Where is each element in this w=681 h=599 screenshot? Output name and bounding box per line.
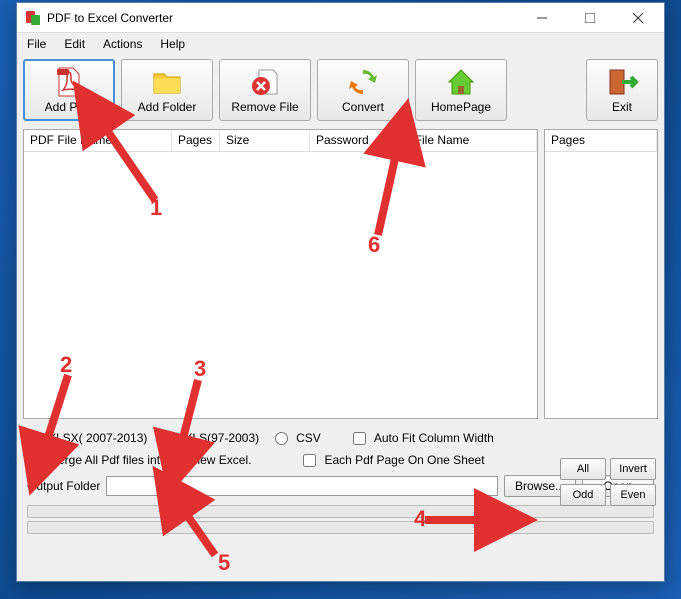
check-autofit[interactable]: [353, 432, 366, 445]
close-button[interactable]: [620, 6, 656, 30]
app-icon: [25, 10, 41, 26]
add-folder-button[interactable]: Add Folder: [121, 59, 213, 121]
annotation-3: 3: [194, 356, 206, 382]
menu-edit[interactable]: Edit: [64, 37, 85, 51]
col-password[interactable]: Password: [310, 130, 386, 151]
progress-area: [17, 501, 664, 538]
pages-list[interactable]: Pages: [544, 129, 658, 419]
annotation-5: 5: [218, 550, 230, 576]
radio-xlsx[interactable]: [27, 432, 40, 445]
label-xls: XLS(97-2003): [184, 431, 259, 445]
label-xlsx: XLSX( 2007-2013): [48, 431, 147, 445]
exit-label: Exit: [612, 100, 632, 114]
remove-icon: [249, 66, 281, 98]
remove-file-label: Remove File: [231, 100, 298, 114]
toolbar: Add PDF Add Folder Remove File Convert H…: [17, 55, 664, 125]
progress-bar-2: [27, 521, 654, 534]
col-pages[interactable]: Pages: [172, 130, 220, 151]
menu-actions[interactable]: Actions: [103, 37, 142, 51]
selection-buttons: All Invert Odd Even: [560, 458, 656, 506]
homepage-button[interactable]: HomePage: [415, 59, 507, 121]
window-controls: [524, 6, 656, 30]
output-label: Output Folder: [27, 479, 100, 493]
output-folder-field[interactable]: [106, 476, 498, 496]
titlebar: PDF to Excel Converter: [17, 3, 664, 33]
label-eachpage: Each Pdf Page On One Sheet: [324, 453, 484, 467]
add-folder-label: Add Folder: [138, 100, 197, 114]
radio-csv[interactable]: [275, 432, 288, 445]
app-window: PDF to Excel Converter File Edit Actions…: [16, 2, 665, 582]
main-area: PDF File Name Pages Size Password Full F…: [17, 125, 664, 423]
menubar: File Edit Actions Help: [17, 33, 664, 55]
menu-file[interactable]: File: [27, 37, 46, 51]
homepage-label: HomePage: [431, 100, 491, 114]
check-merge[interactable]: [27, 454, 40, 467]
maximize-button[interactable]: [572, 6, 608, 30]
col-fullname[interactable]: Full File Name: [386, 130, 537, 151]
label-autofit: Auto Fit Column Width: [374, 431, 494, 445]
annotation-6: 6: [368, 232, 380, 258]
window-title: PDF to Excel Converter: [47, 11, 524, 25]
exit-icon: [606, 66, 638, 98]
home-icon: [445, 66, 477, 98]
pages-list-header: Pages: [545, 130, 657, 152]
add-pdf-label: Add PDF: [45, 100, 94, 114]
add-pdf-button[interactable]: Add PDF: [23, 59, 115, 121]
convert-button[interactable]: Convert: [317, 59, 409, 121]
convert-icon: [347, 66, 379, 98]
file-list-header: PDF File Name Pages Size Password Full F…: [24, 130, 537, 152]
label-merge: Merge All Pdf files into one new Excel.: [48, 453, 251, 467]
even-button[interactable]: Even: [610, 484, 656, 506]
minimize-button[interactable]: [524, 6, 560, 30]
radio-xls[interactable]: [163, 432, 176, 445]
remove-file-button[interactable]: Remove File: [219, 59, 311, 121]
check-eachpage[interactable]: [303, 454, 316, 467]
label-csv: CSV: [296, 431, 321, 445]
file-list[interactable]: PDF File Name Pages Size Password Full F…: [23, 129, 538, 419]
col-size[interactable]: Size: [220, 130, 310, 151]
all-button[interactable]: All: [560, 458, 606, 480]
odd-button[interactable]: Odd: [560, 484, 606, 506]
exit-button[interactable]: Exit: [586, 59, 658, 121]
progress-bar-1: [27, 505, 654, 518]
annotation-4: 4: [414, 506, 426, 532]
pdf-icon: [53, 66, 85, 98]
folder-icon: [151, 66, 183, 98]
col-name[interactable]: PDF File Name: [24, 130, 172, 151]
annotation-2: 2: [60, 352, 72, 378]
col-side-pages[interactable]: Pages: [545, 130, 657, 151]
menu-help[interactable]: Help: [160, 37, 185, 51]
convert-label: Convert: [342, 100, 384, 114]
format-row: XLSX( 2007-2013) XLS(97-2003) CSV Auto F…: [27, 431, 654, 445]
invert-button[interactable]: Invert: [610, 458, 656, 480]
annotation-1: 1: [150, 195, 162, 221]
